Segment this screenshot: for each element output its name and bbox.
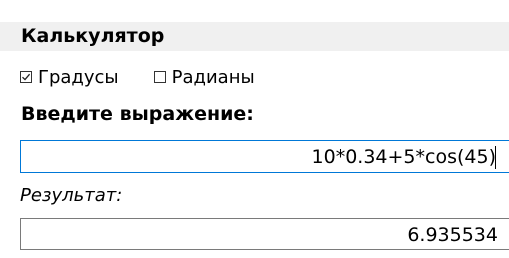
radians-label: Радианы — [171, 66, 255, 88]
panel-title: Калькулятор — [21, 25, 165, 47]
degrees-checkbox[interactable] — [20, 71, 32, 83]
checkmark-icon — [22, 73, 31, 81]
expression-value: 10*0.34+5*cos(45) — [311, 146, 496, 168]
degrees-option[interactable]: Градусы — [20, 67, 119, 88]
result-value: 6.935534 — [407, 224, 498, 246]
result-label: Результат: — [20, 185, 123, 206]
text-caret — [495, 146, 496, 169]
degrees-label: Градусы — [38, 66, 119, 88]
radians-option[interactable]: Радианы — [153, 66, 255, 88]
radians-checkbox[interactable] — [153, 71, 166, 83]
angle-units-group: Градусы Радианы — [20, 66, 255, 88]
result-field[interactable]: 6.935534 — [20, 218, 509, 250]
expression-input[interactable]: 10*0.34+5*cos(45) — [20, 140, 509, 173]
calculator-panel: Калькулятор Градусы Радианы Введите выра… — [0, 0, 509, 258]
expression-label: Введите выражение: — [21, 103, 254, 125]
